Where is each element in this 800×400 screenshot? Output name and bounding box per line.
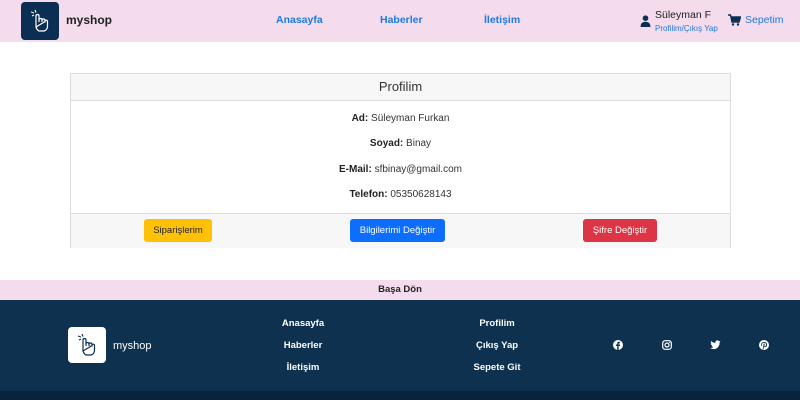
shop-logo[interactable] <box>21 2 59 40</box>
navbar: myshop Anasayfa Haberler İletişim Süleym… <box>0 0 800 42</box>
facebook-icon[interactable] <box>612 339 624 351</box>
field-value: Süleyman Furkan <box>371 113 450 124</box>
footer-link-profilim[interactable]: Profilim <box>447 318 547 329</box>
footer-link-cart[interactable]: Sepete Git <box>447 362 547 373</box>
footer-logo[interactable] <box>68 327 106 363</box>
hand-cursor-logo-icon <box>30 9 49 32</box>
field-label: Soyad: <box>369 138 404 149</box>
field-value: Binay <box>406 138 432 149</box>
field-value: 05350628143 <box>390 189 452 200</box>
edit-info-button[interactable]: Bilgilerimi Değiştir <box>350 219 445 242</box>
footer-link-logout[interactable]: Çıkış Yap <box>447 340 547 351</box>
hand-cursor-logo-icon <box>77 333 96 356</box>
brand-name[interactable]: myshop <box>66 13 112 27</box>
nav-link-anasayfa[interactable]: Anasayfa <box>276 14 323 26</box>
footer-link-anasayfa[interactable]: Anasayfa <box>253 318 353 329</box>
cart-link[interactable]: Sepetim <box>745 14 784 26</box>
profile-surname-row: Soyad: Binay <box>71 138 730 149</box>
instagram-icon[interactable] <box>661 339 673 351</box>
twitter-icon[interactable] <box>709 339 721 351</box>
profile-name-row: Ad: Süleyman Furkan <box>71 113 730 124</box>
my-orders-button[interactable]: Siparişlerim <box>144 219 212 242</box>
profile-phone-row: Telefon: 05350628143 <box>71 189 730 200</box>
profile-card: Profilim Ad: Süleyman Furkan Soyad: Bina… <box>70 73 731 248</box>
field-label: E-Mail: <box>339 164 372 175</box>
nav-link-iletisim[interactable]: İletişim <box>484 14 520 26</box>
footer-bottom-bar <box>0 391 800 400</box>
nav-link-haberler[interactable]: Haberler <box>380 14 423 26</box>
field-label: Telefon: <box>349 189 388 200</box>
change-password-button[interactable]: Şifre Değiştir <box>583 219 657 242</box>
cart-icon[interactable] <box>728 14 741 26</box>
field-value: sfbinay@gmail.com <box>374 164 462 175</box>
field-label: Ad: <box>351 113 369 124</box>
back-to-top-button[interactable]: Başa Dön <box>0 280 800 300</box>
user-icon <box>640 15 651 27</box>
user-name: Süleyman F <box>655 9 712 21</box>
footer-brand-name: myshop <box>113 340 152 352</box>
footer-link-haberler[interactable]: Haberler <box>253 340 353 351</box>
profile-card-title: Profilim <box>71 74 730 101</box>
pinterest-icon[interactable] <box>758 339 770 351</box>
footer-link-iletisim[interactable]: İletişim <box>253 362 353 373</box>
profile-email-row: E-Mail: sfbinay@gmail.com <box>71 164 730 175</box>
profile-logout-link[interactable]: Profilim/Çıkış Yap <box>655 24 718 33</box>
profile-card-actions: Siparişlerim Bilgilerimi Değiştir Şifre … <box>71 213 730 248</box>
